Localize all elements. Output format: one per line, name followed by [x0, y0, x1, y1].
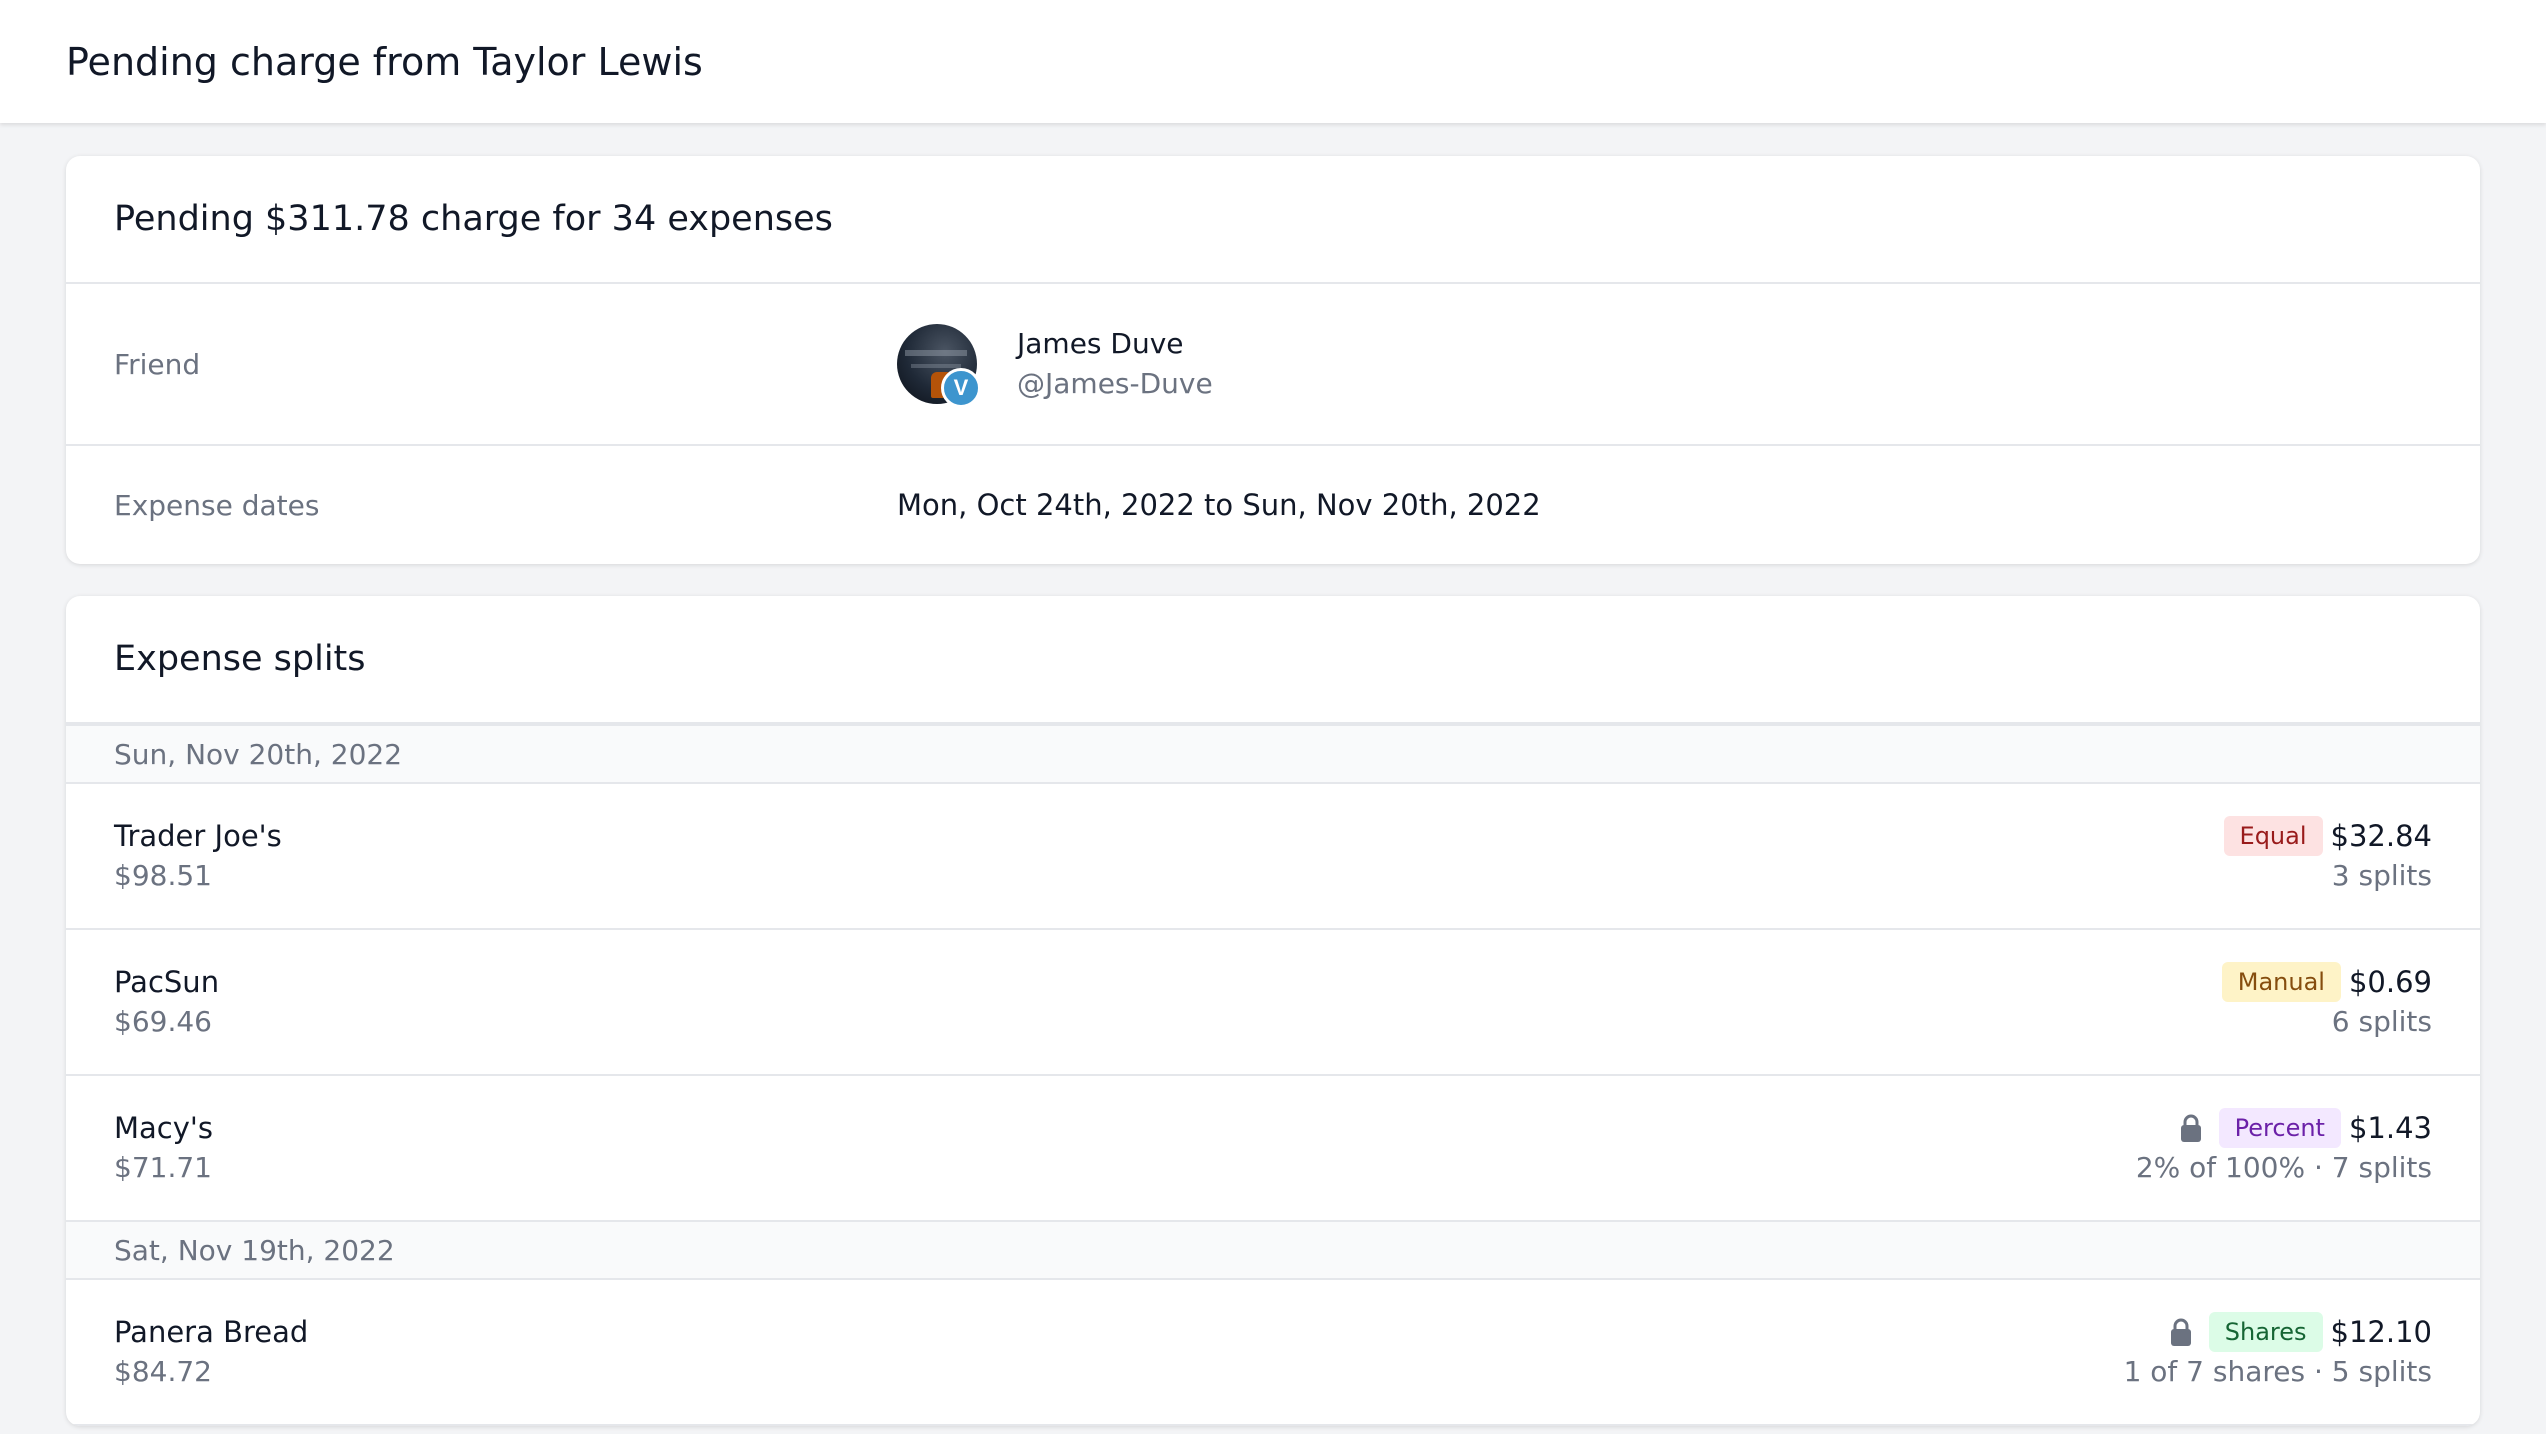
- friend-avatar-wrap[interactable]: V: [897, 324, 981, 408]
- split-amount: $1.43: [2348, 1111, 2432, 1145]
- charge-summary-title: Pending $311.78 charge for 34 expenses: [114, 199, 833, 239]
- split-amount: $32.84: [2330, 819, 2432, 853]
- friend-row: Friend V James Duve @James-Duve: [66, 284, 2480, 446]
- expense-right: Shares $12.10 1 of 7 shares · 5 splits: [2124, 1312, 2432, 1392]
- split-type-badge: Percent: [2218, 1108, 2341, 1148]
- split-type-badge: Shares: [2208, 1312, 2323, 1352]
- split-detail: 3 splits: [2331, 859, 2432, 892]
- expense-total: $84.72: [114, 1355, 212, 1388]
- expense-name: Panera Bread: [114, 1315, 309, 1349]
- friend-identity: James Duve @James-Duve: [1017, 324, 1213, 404]
- lock-icon: [2170, 1318, 2191, 1346]
- expense-left: PacSun $69.46: [114, 962, 219, 1042]
- split-detail: 6 splits: [2331, 1005, 2432, 1038]
- expense-total: $98.51: [114, 859, 212, 892]
- date-group-header: Sun, Nov 20th, 2022: [66, 724, 2480, 784]
- friend-value[interactable]: V James Duve @James-Duve: [897, 324, 1213, 408]
- main-content: Pending $311.78 charge for 34 expenses F…: [0, 123, 2546, 1426]
- venmo-icon: V: [941, 368, 981, 408]
- top-bar: Pending charge from Taylor Lewis: [0, 0, 2546, 123]
- split-amount: $0.69: [2348, 965, 2432, 999]
- friend-label: Friend: [114, 347, 201, 381]
- expense-splits-card: Expense splits Sun, Nov 20th, 2022 Trade…: [66, 596, 2480, 1426]
- expense-splits-header: Expense splits: [66, 596, 2480, 724]
- page-title: Pending charge from Taylor Lewis: [66, 39, 703, 84]
- expense-row-pacsun[interactable]: PacSun $69.46 Manual $0.69 6 splits: [66, 930, 2480, 1076]
- expense-dates-value: Mon, Oct 24th, 2022 to Sun, Nov 20th, 20…: [897, 488, 1541, 522]
- charge-summary-header: Pending $311.78 charge for 34 expenses: [66, 156, 2480, 284]
- expense-name: PacSun: [114, 965, 220, 999]
- expense-right: Manual $0.69 6 splits: [2221, 962, 2432, 1042]
- expense-splits-title: Expense splits: [114, 639, 366, 679]
- expense-right: Equal $32.84 3 splits: [2223, 816, 2432, 896]
- split-detail: 1 of 7 shares · 5 splits: [2123, 1355, 2432, 1388]
- split-type-badge: Equal: [2223, 816, 2323, 856]
- charge-summary-card: Pending $311.78 charge for 34 expenses F…: [66, 156, 2480, 564]
- friend-name: James Duve: [1017, 327, 1184, 360]
- expense-left: Macy's $71.71: [114, 1108, 213, 1188]
- date-group-header: Sat, Nov 19th, 2022: [66, 1222, 2480, 1280]
- expense-dates-row: Expense dates Mon, Oct 24th, 2022 to Sun…: [66, 446, 2480, 564]
- split-amount: $12.10: [2330, 1315, 2432, 1349]
- expense-name: Trader Joe's: [114, 819, 282, 853]
- split-detail: 2% of 100% · 7 splits: [2135, 1151, 2432, 1184]
- expense-row-macys[interactable]: Macy's $71.71 Percent $1.43 2% of 100% ·…: [66, 1076, 2480, 1222]
- expense-total: $71.71: [114, 1151, 212, 1184]
- expense-row-panera-bread[interactable]: Panera Bread $84.72 Shares $12.10 1 of 7…: [66, 1280, 2480, 1426]
- expense-name: Macy's: [114, 1111, 213, 1145]
- expense-left: Trader Joe's $98.51: [114, 816, 282, 896]
- expense-total: $69.46: [114, 1005, 212, 1038]
- friend-handle: @James-Duve: [1017, 367, 1213, 400]
- expense-row-trader-joes[interactable]: Trader Joe's $98.51 Equal $32.84 3 split…: [66, 784, 2480, 930]
- expense-left: Panera Bread $84.72: [114, 1312, 308, 1392]
- split-type-badge: Manual: [2221, 962, 2341, 1002]
- lock-icon: [2180, 1114, 2201, 1142]
- expense-right: Percent $1.43 2% of 100% · 7 splits: [2136, 1108, 2432, 1188]
- expense-dates-label: Expense dates: [114, 488, 320, 522]
